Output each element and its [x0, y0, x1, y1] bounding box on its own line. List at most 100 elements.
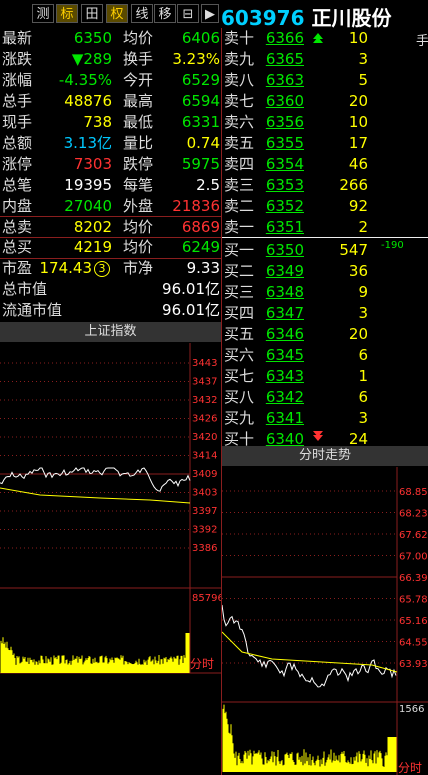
level-price: 6353 — [265, 176, 304, 194]
sell-level-row[interactable]: 卖二 6352 92 — [222, 196, 428, 217]
tab-xian[interactable]: 线 — [131, 4, 153, 23]
level-price: 6349 — [265, 262, 304, 280]
level-volume: 17 — [348, 134, 368, 152]
level-price: 6350 — [265, 241, 304, 259]
value-junjia: 6406 — [181, 29, 220, 47]
level-label: 卖十 — [224, 29, 255, 47]
label-zuixin: 最新 — [2, 29, 33, 47]
level-label: 卖三 — [224, 176, 255, 194]
tab-ce[interactable]: 测 — [32, 4, 54, 23]
price-tick-label: 67.00 — [399, 552, 428, 563]
price-tick-label: 67.62 — [399, 530, 428, 541]
sell-level-row[interactable]: 卖一 6351 2 — [222, 217, 428, 238]
volume-tick-label: 1566 — [399, 704, 424, 715]
level-volume: 547 — [339, 241, 368, 259]
sell-level-row[interactable]: 卖七 6360 20 — [222, 91, 428, 112]
buy-level-row[interactable]: 买三 6348 9 — [222, 282, 428, 303]
buy-level-row[interactable]: 买五 6346 20 — [222, 324, 428, 345]
level-price: 6343 — [265, 367, 304, 385]
stock-title: 603976 正川股份 — [221, 2, 391, 31]
sell-level-row[interactable]: 卖八 6363 5 — [222, 70, 428, 91]
buy-level-row[interactable]: 买八 6342 6 — [222, 387, 428, 408]
price-tick-label: 66.39 — [399, 573, 428, 584]
value-zhangting: 7303 — [73, 155, 112, 173]
sell-level-row[interactable]: 卖六 6356 10 — [222, 112, 428, 133]
level-price: 6345 — [265, 346, 304, 364]
quote-row: 总额 3.13亿 量比 0.74 — [0, 133, 222, 154]
level-label: 买六 — [224, 346, 255, 364]
quote-row: 总市值 96.01亿 — [0, 279, 222, 300]
quote-row: 涨跌 ▼289 换手 3.23% — [0, 49, 222, 70]
level-price: 6360 — [265, 92, 304, 110]
label-zhangting: 涨停 — [2, 155, 33, 173]
label-shiying: 市盈 — [2, 259, 33, 277]
value-liutong: 96.01亿 — [162, 301, 220, 319]
level-volume: 5 — [358, 71, 368, 89]
stock-code: 603976 — [221, 6, 305, 30]
stock-chart[interactable]: 68.85 68.23 67.62 67.00 66.39 65.78 65.16 64.55… — [222, 467, 428, 775]
box-icon[interactable]: ⊟ — [177, 4, 199, 23]
level-volume: 20 — [348, 92, 368, 110]
label-zhangfu: 涨幅 — [2, 71, 33, 89]
label-zongmai: 总卖 — [2, 218, 33, 236]
price-tick-label: 3397 — [192, 506, 217, 517]
volume-tick-label: 85796 — [192, 593, 221, 604]
play-icon[interactable]: ▶ — [201, 4, 219, 23]
price-tick-label: 63.93 — [399, 659, 428, 670]
pe-badge-icon: 3 — [94, 261, 110, 277]
value-zongshizhi: 96.01亿 — [162, 280, 220, 298]
price-tick-label: 65.16 — [399, 616, 428, 627]
value-waipan: 21836 — [172, 197, 220, 215]
level-price: 6347 — [265, 304, 304, 322]
level-label: 买八 — [224, 388, 255, 406]
quote-row: 总卖 8202 均价 6869 — [0, 217, 222, 238]
stock-chart-title[interactable]: 分时走势 — [222, 446, 428, 466]
value-zuidi: 6331 — [181, 113, 220, 131]
label-dieting: 跌停 — [123, 155, 154, 173]
index-chart[interactable]: 3443 3437 3432 3426 3420 3414 3409 3403 3397 3392… — [0, 343, 221, 775]
sell-level-row[interactable]: 卖五 6355 17 — [222, 133, 428, 154]
level-label: 卖六 — [224, 113, 255, 131]
level-volume: 6 — [358, 388, 368, 406]
tab-quan[interactable]: 权 — [106, 4, 128, 23]
sell-level-row[interactable]: 卖十 6366 10 — [222, 28, 428, 49]
level-volume: 3 — [358, 409, 368, 427]
tab-biao[interactable]: 标 — [56, 4, 78, 23]
tab-yi[interactable]: 移 — [154, 4, 176, 23]
buy-level-row[interactable]: 买六 6345 6 — [222, 345, 428, 366]
level-price: 6363 — [265, 71, 304, 89]
price-tick-label: 3409 — [192, 469, 217, 480]
level-volume: 1 — [358, 367, 368, 385]
level-volume: 20 — [348, 325, 368, 343]
value-zuixin: 6350 — [73, 29, 112, 47]
label-meibi: 每笔 — [123, 176, 154, 194]
arrow-up-icon — [313, 33, 323, 43]
buy-level-row[interactable]: 买二 6349 36 — [222, 261, 428, 282]
buy-level-row[interactable]: 买四 6347 3 — [222, 303, 428, 324]
value-jinkai: 6529 — [181, 71, 220, 89]
sell-level-row[interactable]: 卖四 6354 46 — [222, 154, 428, 175]
label-zuidi: 最低 — [123, 113, 154, 131]
price-tick-label: 3414 — [192, 451, 217, 462]
tab-grid[interactable]: 田 — [81, 4, 103, 23]
label-zongshizhi: 总市值 — [2, 280, 48, 298]
level-volume: 92 — [348, 197, 368, 215]
unit-label: 手 — [416, 34, 428, 49]
divider — [222, 237, 428, 238]
time-label: 分时 — [398, 761, 422, 775]
value-zongshou: 48876 — [64, 92, 112, 110]
level-volume: 10 — [348, 29, 368, 47]
price-tick-label: 65.78 — [399, 595, 428, 606]
quote-row: 市盈 174.43 3 市净 9.33 — [0, 258, 222, 279]
quote-row: 内盘 27040 外盘 21836 — [0, 196, 222, 217]
buy-level-row[interactable]: 买七 6343 1 — [222, 366, 428, 387]
value-meibi: 2.5 — [196, 176, 220, 194]
buy-level-row[interactable]: 买九 6341 3 — [222, 408, 428, 429]
value-huanshou: 3.23% — [172, 50, 220, 68]
level-label: 卖七 — [224, 92, 255, 110]
sell-level-row[interactable]: 卖九 6365 3 — [222, 49, 428, 70]
index-chart-title[interactable]: 上证指数 — [0, 322, 221, 342]
level-volume: 2 — [358, 218, 368, 236]
value-zongmai-buy: 4219 — [73, 238, 112, 256]
sell-level-row[interactable]: 卖三 6353 266 — [222, 175, 428, 196]
